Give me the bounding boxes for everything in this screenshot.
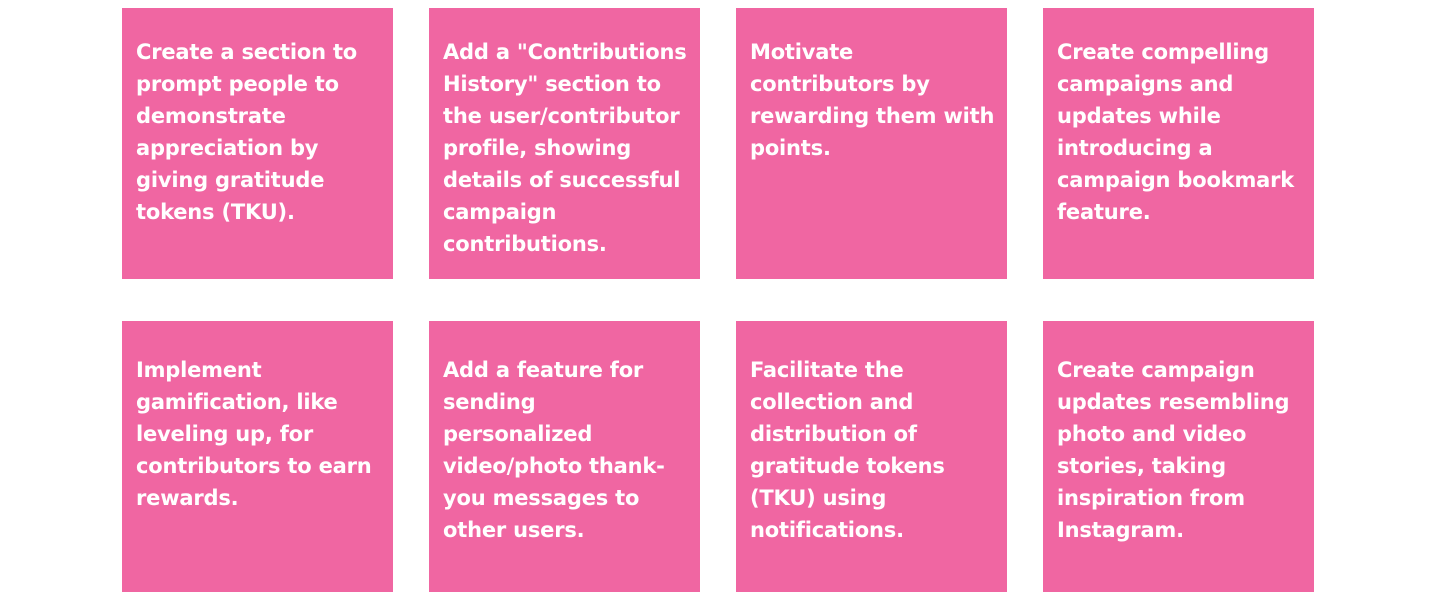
- sticky-note-board: Create a section to prompt people to dem…: [0, 0, 1436, 600]
- sticky-note-campaign-bookmark: Create compelling campaigns and updates …: [1043, 8, 1314, 279]
- sticky-note-text: Facilitate the collection and distributi…: [750, 358, 945, 542]
- sticky-note-text: Motivate contributors by rewarding them …: [750, 40, 995, 160]
- sticky-note-text: Create compelling campaigns and updates …: [1057, 40, 1295, 224]
- sticky-note-tku-notifications: Facilitate the collection and distributi…: [736, 321, 1007, 592]
- sticky-note-text: Add a "Contributions History" section to…: [443, 40, 687, 256]
- sticky-note-campaign-stories: Create campaign updates resembling photo…: [1043, 321, 1314, 592]
- sticky-note-gratitude-tokens-section: Create a section to prompt people to dem…: [122, 8, 393, 279]
- sticky-note-gamification: Implement gamification, like leveling up…: [122, 321, 393, 592]
- sticky-note-reward-points: Motivate contributors by rewarding them …: [736, 8, 1007, 279]
- sticky-note-text: Add a feature for sending personalized v…: [443, 358, 665, 542]
- sticky-note-text: Implement gamification, like leveling up…: [136, 358, 372, 510]
- sticky-note-text: Create a section to prompt people to dem…: [136, 40, 358, 224]
- sticky-note-text: Create campaign updates resembling photo…: [1057, 358, 1290, 542]
- sticky-note-contributions-history: Add a "Contributions History" section to…: [429, 8, 700, 279]
- sticky-note-thank-you-messages: Add a feature for sending personalized v…: [429, 321, 700, 592]
